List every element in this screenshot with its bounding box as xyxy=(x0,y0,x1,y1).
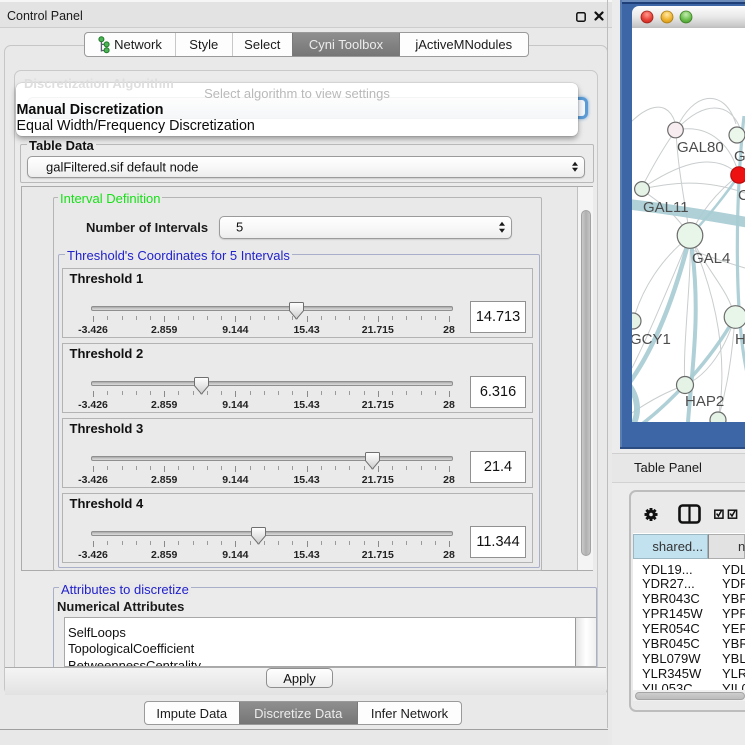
svg-text:GAL4: GAL4 xyxy=(692,250,730,267)
svg-text:GA: GA xyxy=(734,148,745,165)
svg-text:C: C xyxy=(738,187,745,204)
svg-text:GCY1: GCY1 xyxy=(632,331,671,348)
svg-text:HAP2: HAP2 xyxy=(685,393,724,410)
svg-text:H: H xyxy=(735,331,745,348)
svg-text:GAL80: GAL80 xyxy=(677,139,724,156)
svg-text:GAL11: GAL11 xyxy=(643,199,689,216)
